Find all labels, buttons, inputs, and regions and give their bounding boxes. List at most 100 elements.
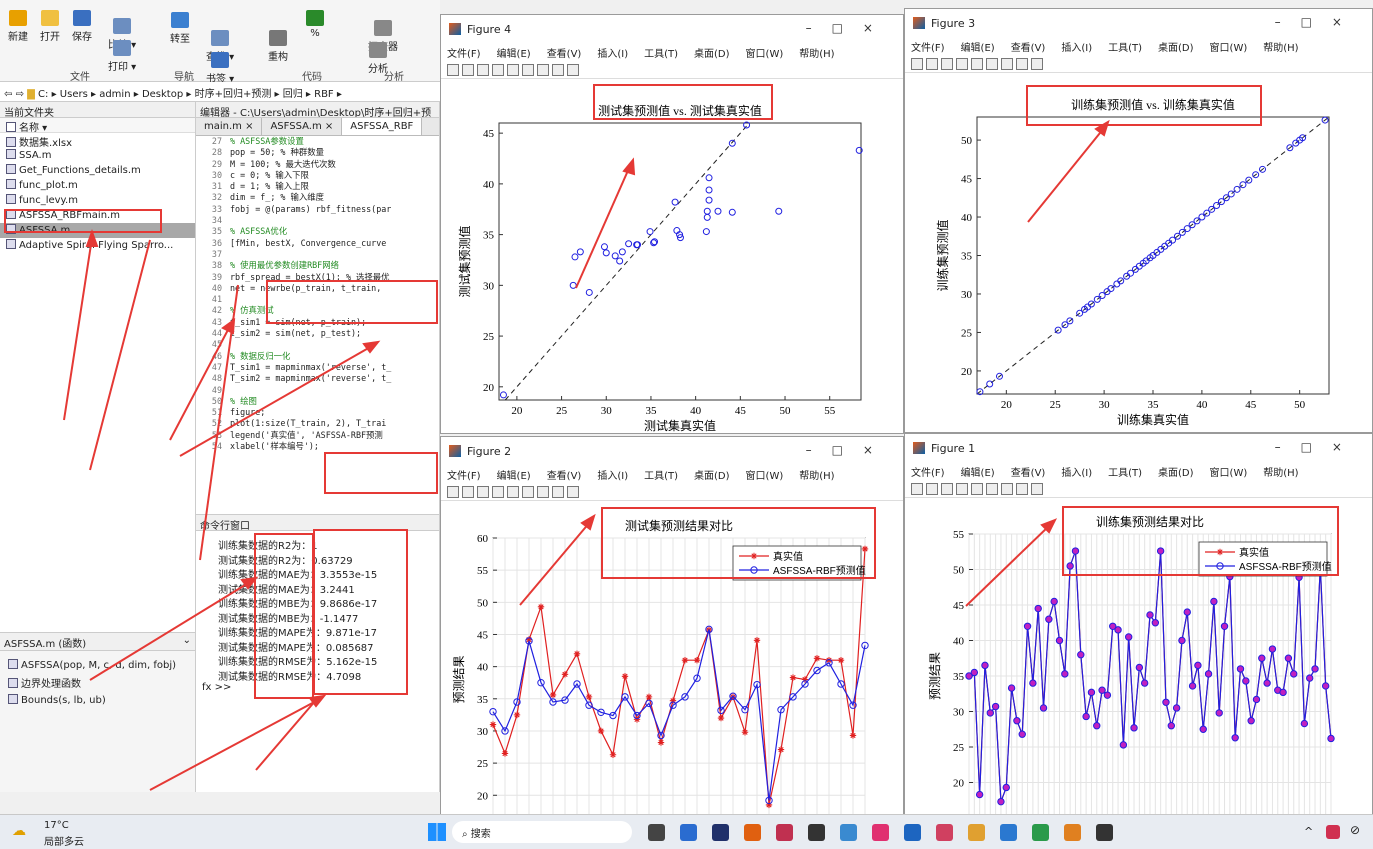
ribbon-button-8[interactable]: 重构: [268, 30, 288, 63]
toolbar-tool-icon[interactable]: [477, 486, 489, 498]
figure-menu-item[interactable]: 桌面(D): [694, 49, 730, 60]
close-icon[interactable]: ×: [242, 121, 253, 132]
taskbar-app-icon[interactable]: [840, 824, 857, 841]
address-bar[interactable]: ⇦ ⇨ ▇ C: ▸ Users ▸ admin ▸ Desktop ▸ 时序+…: [0, 82, 440, 102]
detail-item[interactable]: ASFSSA(pop, M, c, d, dim, fobj): [0, 657, 195, 673]
figure-menu-item[interactable]: 窗口(W): [1210, 43, 1248, 54]
toolbar-tool-icon[interactable]: [447, 486, 459, 498]
figure-menu-item[interactable]: 桌面(D): [694, 471, 730, 482]
start-icon[interactable]: [428, 823, 446, 841]
path-segment[interactable]: C:: [38, 89, 48, 100]
file-item[interactable]: func_plot.m: [0, 178, 195, 193]
editor-tab[interactable]: main.m ×: [196, 118, 263, 135]
figure-4-window[interactable]: Figure 4 –□× 文件(F) 编辑(E) 查看(V) 插入(I) 工具(T) 桌面(D…: [440, 14, 904, 434]
path-segment[interactable]: Users: [60, 89, 88, 100]
figure-titlebar[interactable]: Figure 1 –□×: [905, 434, 1372, 464]
figure-menu-item[interactable]: 编辑(E): [961, 468, 995, 479]
file-item[interactable]: ASFSSA.m: [0, 223, 195, 238]
taskbar-app-icon[interactable]: [872, 824, 889, 841]
taskbar-app-icon[interactable]: [808, 824, 825, 841]
window-controls[interactable]: –□×: [1275, 15, 1362, 29]
taskbar-app-icon[interactable]: [776, 824, 793, 841]
toolbar-tool-icon[interactable]: [447, 64, 459, 76]
figure-menu-item[interactable]: 查看(V): [1011, 468, 1046, 479]
figure-menu-item[interactable]: 插入(I): [1061, 43, 1092, 54]
figure-menu-item[interactable]: 窗口(W): [1210, 468, 1248, 479]
path-segment[interactable]: 时序+回归+预测: [195, 89, 272, 100]
ribbon-button-1[interactable]: 打开: [40, 10, 60, 43]
ribbon-button-2[interactable]: 保存: [72, 10, 92, 43]
figure-menu-item[interactable]: 文件(F): [447, 49, 481, 60]
figure-menu-item[interactable]: 桌面(D): [1158, 468, 1194, 479]
toolbar-tool-icon[interactable]: [986, 483, 998, 495]
tray-chevron-icon[interactable]: ^: [1304, 825, 1313, 838]
toolbar-tool-icon[interactable]: [537, 486, 549, 498]
figure-menu-item[interactable]: 编辑(E): [497, 49, 531, 60]
taskbar-app-icon[interactable]: [712, 824, 729, 841]
file-item[interactable]: ASFSSA_RBFmain.m: [0, 208, 195, 223]
toolbar-tool-icon[interactable]: [1031, 58, 1043, 70]
figure-menu-item[interactable]: 文件(F): [447, 471, 481, 482]
figure-titlebar[interactable]: Figure 2 –□×: [441, 437, 903, 467]
path-segment[interactable]: RBF: [314, 89, 334, 100]
file-item[interactable]: func_levy.m: [0, 193, 195, 208]
figure-menu-item[interactable]: 插入(I): [597, 471, 628, 482]
figure-menu-item[interactable]: 插入(I): [1061, 468, 1092, 479]
toolbar-tool-icon[interactable]: [1016, 58, 1028, 70]
taskbar-app-icon[interactable]: [680, 824, 697, 841]
editor-tab[interactable]: ASFSSA.m ×: [262, 118, 343, 135]
toolbar-tool-icon[interactable]: [956, 58, 968, 70]
path-segment[interactable]: 回归: [283, 89, 303, 100]
figure-menu-item[interactable]: 插入(I): [597, 49, 628, 60]
figure-menu-item[interactable]: 文件(F): [911, 43, 945, 54]
taskbar-search[interactable]: ⌕ 搜索: [452, 821, 632, 843]
file-item[interactable]: Get_Functions_details.m: [0, 163, 195, 178]
taskbar-app-icon[interactable]: [904, 824, 921, 841]
ribbon-button-7[interactable]: 书签 ▾: [206, 52, 234, 85]
toolbar-tool-icon[interactable]: [926, 483, 938, 495]
toolbar-tool-icon[interactable]: [986, 58, 998, 70]
figure-titlebar[interactable]: Figure 3 –□×: [905, 9, 1372, 39]
toolbar-tool-icon[interactable]: [911, 483, 923, 495]
toolbar-tool-icon[interactable]: [941, 58, 953, 70]
figure-menu-item[interactable]: 桌面(D): [1158, 43, 1194, 54]
editor-tab[interactable]: ASFSSA_RBF: [342, 118, 423, 135]
close-icon[interactable]: ×: [322, 121, 333, 132]
tray-network-icon[interactable]: ⊘: [1350, 823, 1360, 837]
figure-menu-item[interactable]: 编辑(E): [497, 471, 531, 482]
toolbar-tool-icon[interactable]: [522, 486, 534, 498]
toolbar-tool-icon[interactable]: [971, 483, 983, 495]
figure-menu-item[interactable]: 查看(V): [547, 471, 582, 482]
taskbar-app-icon[interactable]: [1096, 824, 1113, 841]
figure-menu-item[interactable]: 帮助(H): [799, 49, 834, 60]
ribbon-button-9[interactable]: %: [306, 10, 324, 39]
file-item[interactable]: Adaptive Spiral Flying Sparro...: [0, 238, 195, 253]
command-window[interactable]: 命令行窗口 训练集数据的R2为：1 测试集数据的R2为：0.63729 训练集数据的…: [196, 514, 440, 792]
figure-menu-item[interactable]: 文件(F): [911, 468, 945, 479]
window-controls[interactable]: –□×: [806, 21, 893, 35]
toolbar-tool-icon[interactable]: [1031, 483, 1043, 495]
toolbar-tool-icon[interactable]: [971, 58, 983, 70]
figure-2-window[interactable]: Figure 2 –□× 文件(F) 编辑(E) 查看(V) 插入(I) 工具(T) 桌面(D…: [440, 436, 904, 816]
taskbar-app-icon[interactable]: [1032, 824, 1049, 841]
toolbar-tool-icon[interactable]: [1016, 483, 1028, 495]
toolbar-tool-icon[interactable]: [507, 486, 519, 498]
toolbar-tool-icon[interactable]: [462, 486, 474, 498]
toolbar-tool-icon[interactable]: [567, 486, 579, 498]
toolbar-tool-icon[interactable]: [956, 483, 968, 495]
toolbar-tool-icon[interactable]: [1001, 483, 1013, 495]
window-controls[interactable]: –□×: [806, 443, 893, 457]
taskbar-app-icon[interactable]: [744, 824, 761, 841]
file-item[interactable]: SSA.m: [0, 148, 195, 163]
figure-menu-item[interactable]: 查看(V): [547, 49, 582, 60]
name-column-header[interactable]: 名称 ▾: [0, 118, 195, 133]
weather-icon[interactable]: ☁: [12, 823, 26, 839]
checkbox-icon[interactable]: [6, 122, 16, 132]
figure-menu-item[interactable]: 工具(T): [644, 471, 678, 482]
figure-1-window[interactable]: Figure 1 –□× 文件(F) 编辑(E) 查看(V) 插入(I) 工具(T) 桌面(D…: [904, 433, 1373, 816]
taskbar-app-icon[interactable]: [1064, 824, 1081, 841]
path-segments[interactable]: C: ▸ Users ▸ admin ▸ Desktop ▸ 时序+回归+预测 …: [38, 89, 342, 100]
file-item[interactable]: 数据集.xlsx: [0, 133, 195, 148]
figure-menu-item[interactable]: 帮助(H): [799, 471, 834, 482]
toolbar-tool-icon[interactable]: [492, 64, 504, 76]
